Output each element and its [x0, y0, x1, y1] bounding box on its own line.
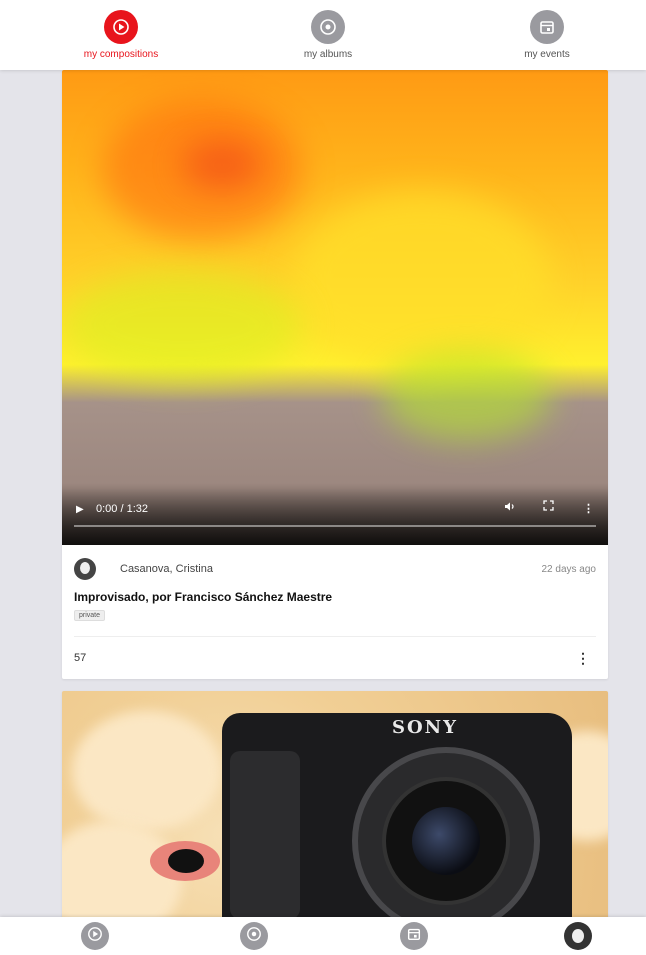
bottom-nav-events[interactable]	[400, 922, 428, 950]
disc-icon	[311, 10, 345, 44]
bottom-nav-compositions[interactable]	[81, 922, 109, 950]
video-frame-cloud	[292, 190, 552, 370]
photo-camera-grip	[230, 751, 300, 919]
video-player[interactable]: ▶ 0:00 / 1:32 ⋮	[62, 70, 608, 545]
tab-label: my albums	[303, 49, 353, 60]
composition-card-photo[interactable]: SONY	[62, 691, 608, 931]
video-time: 0:00 / 1:32	[96, 503, 148, 515]
photo-eye	[150, 841, 220, 881]
author-row: Casanova, Cristina 22 days ago	[74, 557, 596, 581]
video-frame-cloud	[382, 350, 552, 440]
video-frame-cloud	[62, 270, 302, 380]
bottom-nav-albums[interactable]	[240, 922, 268, 950]
play-count: 57	[74, 652, 87, 664]
play-circle-icon	[104, 10, 138, 44]
post-time: 22 days ago	[541, 563, 597, 575]
volume-icon[interactable]	[504, 501, 516, 515]
bottom-nav-bar	[0, 917, 646, 955]
video-more-icon[interactable]: ⋮	[583, 502, 594, 515]
tab-my-compositions[interactable]: my compositions	[41, 10, 201, 60]
composition-card: ▶ 0:00 / 1:32 ⋮ Casanova, Cristina 22 da…	[62, 70, 608, 679]
compositions-feed: ▶ 0:00 / 1:32 ⋮ Casanova, Cristina 22 da…	[62, 70, 608, 931]
play-circle-icon	[87, 926, 103, 947]
card-more-icon[interactable]: ⋮	[570, 650, 596, 667]
disc-icon	[246, 926, 262, 947]
tab-my-albums[interactable]: my albums	[248, 10, 408, 60]
calendar-icon	[406, 926, 422, 947]
video-frame-cloud	[182, 140, 262, 190]
composition-title: Improvisado, por Francisco Sánchez Maest…	[74, 590, 333, 604]
tab-my-events[interactable]: my events	[467, 10, 627, 60]
photo-camera-glass	[412, 807, 480, 875]
avatar[interactable]	[74, 558, 96, 580]
video-progress-bar[interactable]	[74, 525, 596, 527]
fullscreen-icon[interactable]	[543, 500, 554, 514]
photo-brand-text: SONY	[392, 717, 458, 738]
calendar-icon	[530, 10, 564, 44]
card-body: Casanova, Cristina 22 days ago Improvisa…	[62, 545, 608, 679]
play-icon[interactable]: ▶	[76, 504, 84, 515]
visibility-badge: private	[74, 610, 106, 621]
tab-label: my events	[524, 49, 570, 60]
tab-label: my compositions	[83, 49, 159, 60]
profile-avatar-icon[interactable]	[564, 922, 592, 950]
card-actions: 57 ⋮	[74, 637, 596, 679]
author-name[interactable]: Casanova, Cristina	[120, 563, 213, 575]
top-tab-bar: my compositions my albums my events	[0, 0, 646, 70]
photo-fluff	[72, 711, 222, 831]
